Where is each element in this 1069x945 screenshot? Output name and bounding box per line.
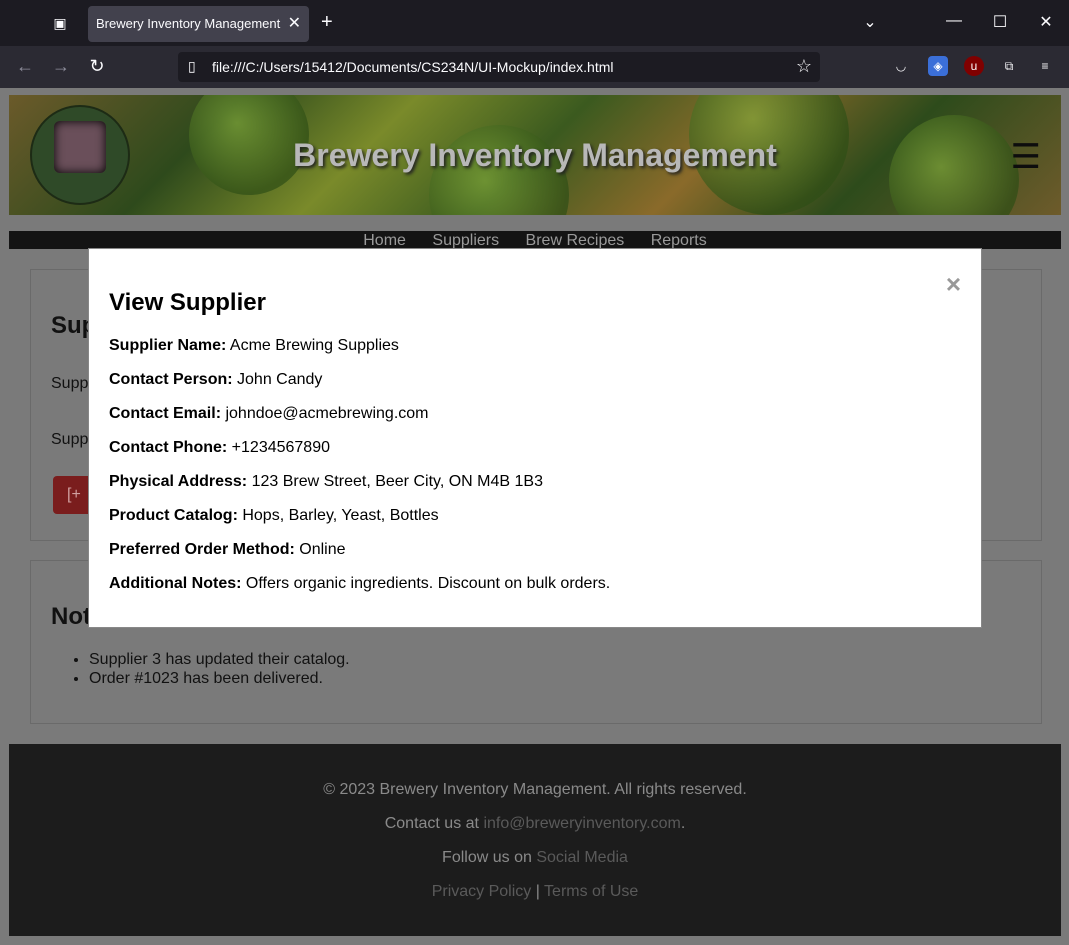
nav-link-suppliers[interactable]: Suppliers — [432, 232, 499, 249]
field-additional-notes: Additional Notes: Offers organic ingredi… — [109, 575, 610, 593]
field-physical-address: Physical Address: 123 Brew Street, Beer … — [109, 473, 543, 491]
new-tab-icon[interactable]: + — [321, 12, 333, 32]
footer-contact-label: Contact us at — [384, 815, 479, 832]
tab-overflow-chevron-icon[interactable]: ⌄ — [858, 12, 882, 32]
field-contact-phone: Contact Phone: +1234567890 — [109, 439, 330, 457]
field-value: Acme Brewing Supplies — [229, 337, 399, 354]
footer-contact-period: . — [680, 815, 686, 832]
terms-of-use-link[interactable]: Terms of Use — [544, 883, 638, 900]
card-title: Not — [51, 603, 91, 630]
footer-social-link[interactable]: Social Media — [536, 849, 628, 866]
reload-icon[interactable]: ↻ — [85, 56, 109, 77]
field-label: Contact Email: — [109, 405, 222, 422]
nav-link-home[interactable]: Home — [363, 232, 406, 249]
menu-icon[interactable]: ≡ — [1035, 56, 1055, 76]
footer-email-link[interactable]: info@breweryinventory.com — [483, 815, 680, 832]
field-label: Additional Notes: — [109, 575, 242, 592]
footer-separator: | — [535, 883, 540, 900]
site-nav: Home Suppliers Brew Recipes Reports — [9, 231, 1061, 249]
ublock-icon[interactable]: u — [964, 56, 984, 76]
field-product-catalog: Product Catalog: Hops, Barley, Yeast, Bo… — [109, 507, 439, 525]
footer-copyright: © 2023 Brewery Inventory Management. All… — [323, 781, 747, 798]
minimize-icon[interactable]: — — [942, 12, 966, 30]
file-icon: ▯ — [188, 58, 196, 74]
field-preferred-order-method: Preferred Order Method: Online — [109, 541, 346, 559]
privacy-policy-link[interactable]: Privacy Policy — [432, 883, 532, 900]
field-label: Supplier Name: — [109, 337, 227, 354]
field-label: Contact Phone: — [109, 439, 228, 456]
nav-link-reports[interactable]: Reports — [651, 232, 707, 249]
site-footer: © 2023 Brewery Inventory Management. All… — [9, 744, 1061, 936]
nav-link-brew-recipes[interactable]: Brew Recipes — [526, 232, 625, 249]
browser-chrome: ▣ Brewery Inventory Management ✕ + ⌄ — ☐… — [0, 0, 1069, 88]
list-item: Order #1023 has been delivered. — [89, 669, 350, 688]
browser-tab[interactable]: Brewery Inventory Management ✕ — [88, 6, 309, 42]
pocket-icon[interactable]: ◡ — [891, 56, 911, 76]
card-text: Supp — [51, 375, 89, 392]
field-value: Online — [299, 541, 346, 558]
extensions-icon[interactable]: ⧉ — [999, 56, 1019, 76]
tab-list-icon[interactable]: ▣ — [50, 14, 70, 32]
list-item: Supplier 3 has updated their catalog. — [89, 650, 350, 669]
field-value: 123 Brew Street, Beer City, ON M4B 1B3 — [251, 473, 543, 490]
notification-list: Supplier 3 has updated their catalog. Or… — [89, 650, 350, 688]
modal-close-icon[interactable]: × — [946, 271, 961, 297]
field-contact-person: Contact Person: John Candy — [109, 371, 322, 389]
bookmark-star-icon[interactable]: ☆ — [796, 56, 812, 77]
view-supplier-modal: × View Supplier Supplier Name: Acme Brew… — [88, 248, 982, 628]
footer-follow: Follow us on Social Media — [9, 849, 1061, 867]
tab-close-icon[interactable]: ✕ — [288, 13, 301, 33]
footer-contact: Contact us at info@breweryinventory.com. — [9, 815, 1061, 833]
site-header: Brewery Inventory Management ☰ — [9, 95, 1061, 215]
site-title: Brewery Inventory Management — [293, 137, 777, 173]
field-label: Contact Person: — [109, 371, 233, 388]
modal-title: View Supplier — [109, 289, 266, 316]
forward-icon[interactable]: → — [49, 56, 73, 77]
card-text: Supp — [51, 431, 89, 448]
hamburger-menu-icon[interactable]: ☰ — [1011, 137, 1041, 177]
footer-legal: Privacy Policy | Terms of Use — [9, 883, 1061, 901]
field-contact-email: Contact Email: johndoe@acmebrewing.com — [109, 405, 428, 423]
back-icon[interactable]: ← — [13, 56, 37, 77]
field-value: johndoe@acmebrewing.com — [225, 405, 429, 422]
window-close-icon[interactable]: ✕ — [1034, 12, 1058, 32]
field-label: Product Catalog: — [109, 507, 238, 524]
field-value: Offers organic ingredients. Discount on … — [245, 575, 611, 592]
maximize-icon[interactable]: ☐ — [988, 12, 1012, 32]
bitwarden-icon[interactable]: ◈ — [928, 56, 948, 76]
field-supplier-name: Supplier Name: Acme Brewing Supplies — [109, 337, 399, 355]
url-text[interactable]: file:///C:/Users/15412/Documents/CS234N/… — [212, 59, 614, 75]
field-label: Preferred Order Method: — [109, 541, 295, 558]
field-value: +1234567890 — [231, 439, 330, 456]
field-label: Physical Address: — [109, 473, 248, 490]
tab-bar: ▣ Brewery Inventory Management ✕ + ⌄ — ☐… — [0, 0, 1069, 46]
tab-title: Brewery Inventory Management — [96, 16, 281, 31]
url-bar[interactable]: ▯ file:///C:/Users/15412/Documents/CS234… — [178, 52, 820, 82]
field-value: John Candy — [237, 371, 323, 388]
field-value: Hops, Barley, Yeast, Bottles — [242, 507, 439, 524]
footer-follow-label: Follow us on — [442, 849, 532, 866]
